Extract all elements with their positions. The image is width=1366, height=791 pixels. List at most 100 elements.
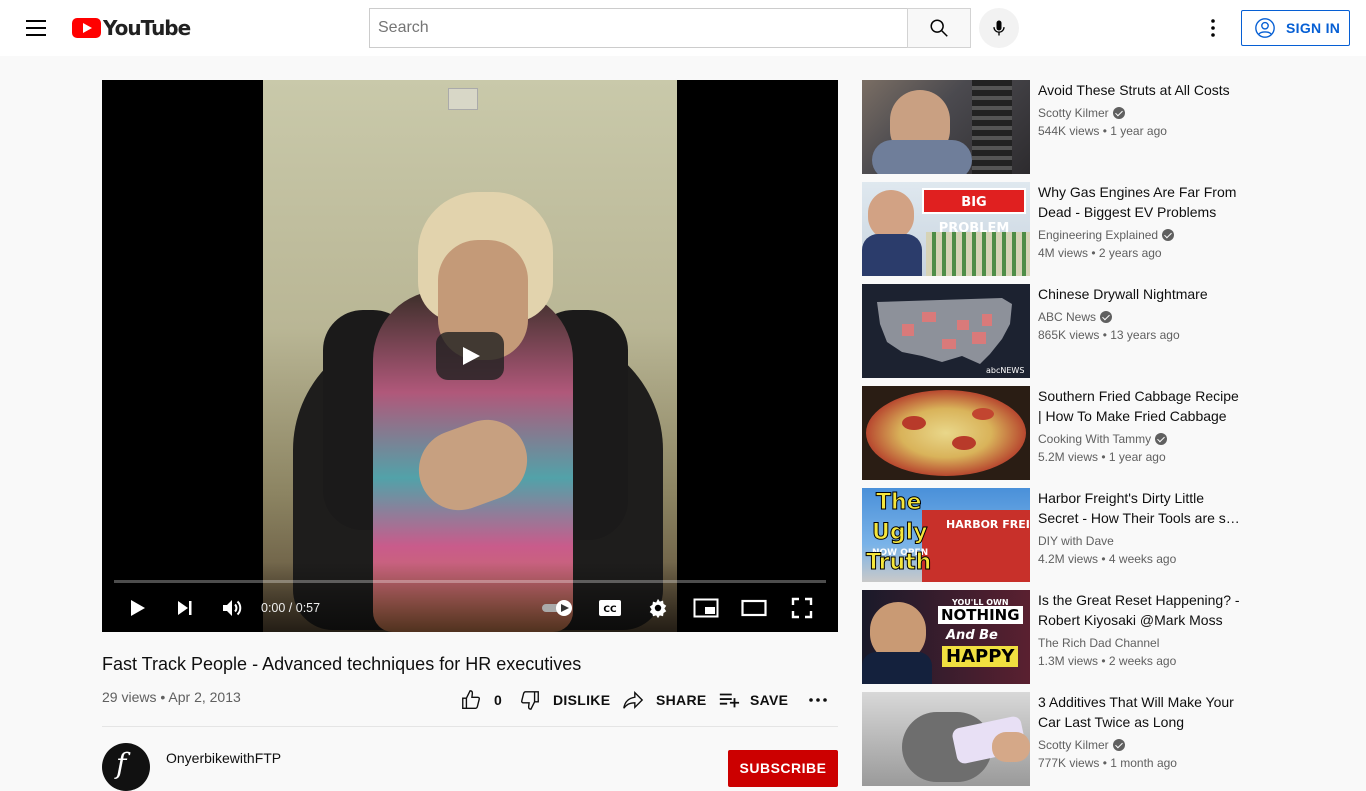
thumb-sausage [972, 408, 994, 420]
us-map-graphic [877, 298, 1012, 364]
more-vertical-icon [1211, 19, 1215, 37]
video-thumbnail[interactable] [862, 692, 1030, 786]
video-title[interactable]: Is the Great Reset Happening? - Robert K… [1038, 590, 1244, 630]
miniplayer-button[interactable] [690, 592, 722, 624]
recommended-video[interactable]: 3 Additives That Will Make Your Car Last… [862, 692, 1252, 786]
share-button[interactable]: SHARE [622, 688, 707, 712]
channel-name[interactable]: ABC News [1038, 308, 1096, 326]
video-stats: 777K views • 1 month ago [1038, 756, 1177, 770]
video-thumbnail[interactable]: HARBOR FREIGHT NOW OPEN The Ugly Truth [862, 488, 1030, 582]
video-title[interactable]: Harbor Freight's Dirty Little Secret - H… [1038, 488, 1244, 528]
next-button[interactable] [170, 592, 200, 624]
dislike-button[interactable]: DISLIKE [519, 688, 610, 712]
microphone-icon [993, 20, 1005, 36]
thumb-shirt [872, 140, 972, 174]
video-title[interactable]: Chinese Drywall Nightmare [1038, 284, 1244, 304]
voice-search-button[interactable] [979, 8, 1019, 48]
channel-name[interactable]: DIY with Dave [1038, 532, 1114, 550]
video-stats: 4.2M views • 4 weeks ago [1038, 552, 1177, 566]
video-title[interactable]: Why Gas Engines Are Far From Dead - Bigg… [1038, 182, 1244, 222]
video-info: Avoid These Struts at All Costs Scotty K… [1038, 80, 1244, 140]
thumb-suit [862, 652, 932, 684]
share-label: SHARE [656, 692, 707, 708]
save-button[interactable]: SAVE [718, 688, 788, 712]
mute-button[interactable] [217, 592, 247, 624]
video-title[interactable]: Avoid These Struts at All Costs [1038, 80, 1244, 100]
channel-name[interactable]: Engineering Explained [1038, 226, 1158, 244]
video-player[interactable]: 0:00 / 0:57 CC [102, 80, 838, 632]
guide-menu-button[interactable] [20, 16, 52, 40]
verified-icon [1162, 229, 1175, 241]
volume-icon [223, 600, 242, 616]
channel-name[interactable]: OnyerbikewithFTP [166, 750, 281, 766]
channel-row: Scotty Kilmer [1038, 104, 1244, 122]
avatar-glyph: f [116, 747, 127, 780]
video-thumbnail[interactable]: BIG PROBLEM [862, 182, 1030, 276]
recommended-video[interactable]: BIG PROBLEM Why Gas Engines Are Far From… [862, 182, 1252, 276]
video-info: Is the Great Reset Happening? - Robert K… [1038, 590, 1244, 670]
channel-name[interactable]: Cooking With Tammy [1038, 430, 1151, 448]
recommended-video[interactable]: Avoid These Struts at All Costs Scotty K… [862, 80, 1252, 174]
dislike-label: DISLIKE [553, 692, 611, 708]
recommended-video[interactable]: abcNEWS Chinese Drywall Nightmare ABC Ne… [862, 284, 1252, 378]
sign-in-label: SIGN IN [1286, 20, 1341, 36]
subtitles-button[interactable]: CC [594, 592, 626, 624]
theater-mode-button[interactable] [738, 592, 770, 624]
video-age: 4 weeks ago [1108, 552, 1177, 566]
video-title: Fast Track People - Advanced techniques … [102, 654, 582, 674]
video-thumbnail[interactable]: abcNEWS [862, 284, 1030, 378]
subscribe-button[interactable]: SUBSCRIBE [728, 750, 838, 787]
video-thumbnail[interactable]: YOU'LL OWN NOTHING And Be HAPPY [862, 590, 1030, 684]
like-button[interactable]: 0 [460, 688, 502, 712]
theater-icon [741, 599, 767, 617]
autoplay-toggle[interactable] [540, 592, 576, 624]
video-thumbnail[interactable] [862, 80, 1030, 174]
recommended-video[interactable]: YOU'LL OWN NOTHING And Be HAPPY Is the G… [862, 590, 1252, 684]
thumbs-down-icon [521, 691, 539, 710]
view-count: 5.2M views [1038, 450, 1099, 464]
view-count: 865K views [1038, 328, 1100, 342]
settings-menu-button[interactable] [1197, 12, 1229, 44]
view-count: 29 views [102, 689, 157, 705]
playlist-add-icon [719, 693, 740, 708]
thumb-text-3: And Be [946, 628, 998, 643]
channel-row: DIY with Dave [1038, 532, 1244, 550]
sign-in-button[interactable]: SIGN IN [1241, 10, 1350, 46]
play-button[interactable] [122, 592, 152, 624]
controls-gradient [102, 562, 838, 632]
video-stats: 1.3M views • 2 weeks ago [1038, 654, 1177, 668]
video-age: 2 years ago [1098, 246, 1162, 260]
thumb-hand [992, 732, 1030, 762]
video-title[interactable]: 3 Additives That Will Make Your Car Last… [1038, 692, 1244, 732]
thumb-label: BIG PROBLEM [922, 188, 1026, 236]
channel-name[interactable]: Scotty Kilmer [1038, 736, 1109, 754]
view-count: 1.3M views [1038, 654, 1099, 668]
recommended-video[interactable]: Southern Fried Cabbage Recipe | How To M… [862, 386, 1252, 480]
search-icon [930, 19, 948, 37]
youtube-logo[interactable]: YouTube [72, 16, 191, 40]
video-thumbnail[interactable] [862, 386, 1030, 480]
next-icon [178, 601, 192, 615]
view-count: 4.2M views [1038, 552, 1099, 566]
thumb-text-the: The [876, 490, 923, 516]
video-title[interactable]: Southern Fried Cabbage Recipe | How To M… [1038, 386, 1244, 426]
settings-button[interactable] [642, 592, 674, 624]
video-info: Southern Fried Cabbage Recipe | How To M… [1038, 386, 1244, 466]
channel-name[interactable]: Scotty Kilmer [1038, 104, 1109, 122]
verified-icon [1112, 739, 1125, 751]
channel-row: Scotty Kilmer [1038, 736, 1244, 754]
recommended-video[interactable]: HARBOR FREIGHT NOW OPEN The Ugly Truth H… [862, 488, 1252, 582]
search-input[interactable] [369, 8, 908, 48]
fullscreen-button[interactable] [786, 592, 818, 624]
more-actions-button[interactable] [806, 688, 830, 712]
large-play-button[interactable] [436, 332, 504, 380]
channel-name[interactable]: The Rich Dad Channel [1038, 634, 1159, 652]
logo-text: YouTube [103, 16, 191, 40]
progress-bar[interactable] [114, 580, 826, 583]
search-button[interactable] [907, 8, 971, 48]
video-age: 2 weeks ago [1108, 654, 1177, 668]
thumb-text-truth: Truth [865, 550, 932, 576]
video-info: Why Gas Engines Are Far From Dead - Bigg… [1038, 182, 1244, 262]
video-stats: 544K views • 1 year ago [1038, 124, 1167, 138]
channel-avatar[interactable]: f [102, 743, 150, 791]
